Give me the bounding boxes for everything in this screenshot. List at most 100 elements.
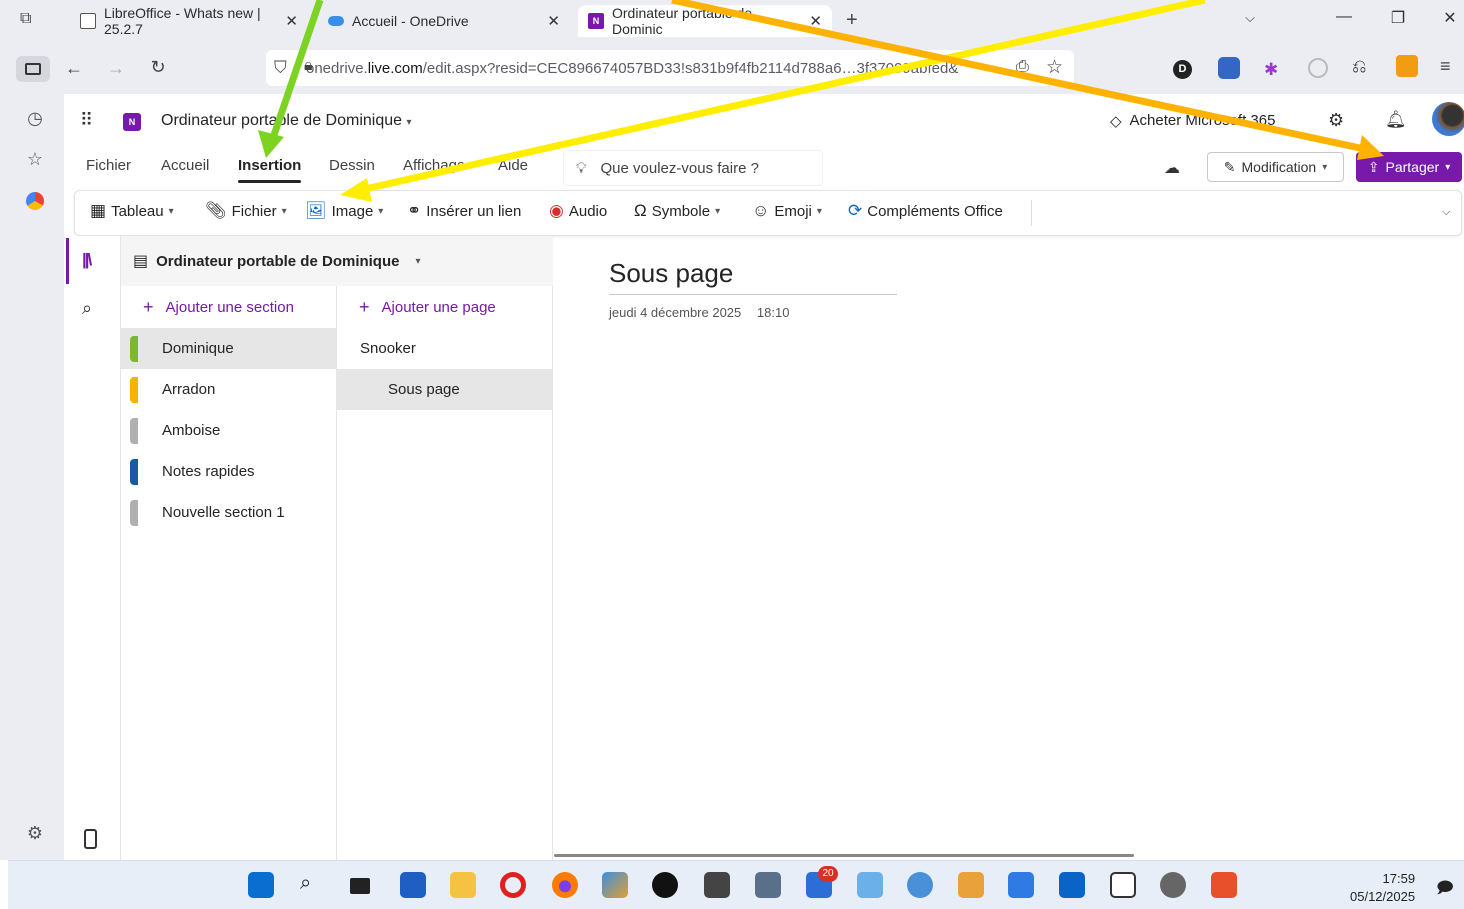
notifications-bell-icon[interactable]: 🔔︎ bbox=[1385, 110, 1407, 130]
close-tab-icon[interactable]: ✕ bbox=[285, 12, 298, 30]
plus-icon: + bbox=[143, 296, 154, 317]
shield-icon[interactable]: ⛉ bbox=[274, 58, 287, 78]
task-view-icon[interactable] bbox=[350, 878, 370, 894]
tab-affichage[interactable]: Affichage bbox=[403, 157, 465, 174]
extension-snowflake-icon[interactable]: ✱ bbox=[1264, 60, 1278, 80]
file-explorer-icon[interactable] bbox=[450, 872, 476, 898]
opera-icon[interactable] bbox=[500, 872, 526, 898]
sidebar-toggle-button[interactable] bbox=[16, 56, 50, 82]
tab-overflow-icon[interactable]: ⌵ bbox=[1236, 10, 1264, 26]
extensions-puzzle-icon[interactable]: ⎌ bbox=[1352, 56, 1366, 77]
chevron-down-icon: ▾ bbox=[715, 205, 721, 217]
forward-icon[interactable]: → bbox=[104, 58, 128, 79]
extension-circle-icon[interactable] bbox=[1308, 58, 1328, 78]
outlook-icon[interactable] bbox=[1059, 872, 1085, 898]
nav-active-indicator bbox=[66, 238, 69, 284]
section-item[interactable]: Arradon bbox=[121, 369, 336, 410]
menu-icon[interactable]: ≡ bbox=[1440, 56, 1451, 77]
notebooks-library-icon[interactable]: ||\ bbox=[82, 250, 92, 270]
tab-insertion[interactable]: Insertion bbox=[238, 157, 302, 183]
section-item[interactable]: Nouvelle section 1 bbox=[121, 492, 336, 533]
buy-m365-link[interactable]: ◇ Acheter Microsoft 365 bbox=[1110, 112, 1275, 130]
sync-cloud-icon[interactable]: ☁ bbox=[1164, 158, 1180, 178]
section-item[interactable]: Dominique bbox=[121, 328, 336, 369]
settings-gear-icon[interactable] bbox=[1160, 872, 1186, 898]
notebook-title-dropdown[interactable]: Ordinateur portable de Dominique ▾ bbox=[161, 112, 412, 130]
firefox-icon[interactable] bbox=[552, 872, 578, 898]
snipping-icon[interactable] bbox=[958, 872, 984, 898]
avatar[interactable] bbox=[1432, 102, 1464, 136]
extension-orange-icon[interactable] bbox=[1396, 55, 1418, 77]
calculator-icon[interactable] bbox=[755, 872, 781, 898]
tab-onedrive[interactable]: Accueil - OneDrive ✕ bbox=[318, 5, 570, 37]
back-icon[interactable]: ← bbox=[62, 58, 86, 79]
tell-me-search[interactable]: 💡︎ Que voulez-vous faire ? bbox=[563, 150, 823, 186]
close-tab-icon[interactable]: ✕ bbox=[809, 12, 822, 30]
history-icon[interactable]: ◷ bbox=[20, 108, 50, 129]
page-item-sous-page[interactable]: Sous page bbox=[337, 369, 552, 410]
tab-libreoffice[interactable]: LibreOffice - Whats new | 25.2.7 ✕ bbox=[70, 5, 308, 37]
extension-d-icon[interactable]: D bbox=[1173, 60, 1192, 79]
notebook-header[interactable]: ▤ Ordinateur portable de Dominique ▾ bbox=[121, 236, 553, 286]
close-window-icon[interactable]: ✕ bbox=[1436, 8, 1464, 28]
notepad-icon[interactable] bbox=[1110, 872, 1136, 898]
tab-accueil[interactable]: Accueil bbox=[161, 157, 209, 174]
paint-icon[interactable] bbox=[907, 872, 933, 898]
tab-title: LibreOffice - Whats new | 25.2.7 bbox=[104, 5, 261, 37]
close-tab-icon[interactable]: ✕ bbox=[547, 12, 560, 30]
app-launcher-icon[interactable]: ⠿ bbox=[80, 110, 93, 131]
insert-symbol-button[interactable]: Ω Symbole ▾ bbox=[634, 201, 720, 221]
system-clock[interactable]: 17:59 05/12/2025 bbox=[1350, 870, 1415, 906]
page-title[interactable]: Sous page bbox=[609, 258, 897, 295]
horizontal-scrollbar[interactable] bbox=[554, 854, 1134, 857]
share-button[interactable]: ⇪ Partager ▾ bbox=[1356, 152, 1462, 182]
page-item-snooker[interactable]: Snooker bbox=[337, 328, 552, 369]
add-section-button[interactable]: + Ajouter une section bbox=[121, 286, 336, 328]
address-bar[interactable]: onedrive. live.com/edit.aspx?resid=CEC896… bbox=[266, 50, 1074, 86]
extension-calendar-icon[interactable] bbox=[1218, 57, 1240, 79]
new-tab-button[interactable]: + bbox=[846, 9, 858, 32]
tab-dessin[interactable]: Dessin bbox=[329, 157, 375, 174]
mobile-device-icon[interactable] bbox=[84, 829, 97, 849]
tab-onenote[interactable]: N Ordinateur portable de Dominic ✕ bbox=[578, 5, 832, 37]
insert-emoji-button[interactable]: ☺ Emoji ▾ bbox=[752, 201, 822, 221]
app-swirl-icon[interactable] bbox=[652, 872, 678, 898]
tab-list-icon[interactable]: ⧉ bbox=[20, 10, 31, 28]
windows-start-icon[interactable] bbox=[248, 872, 274, 898]
store-icon[interactable] bbox=[400, 872, 426, 898]
save-page-icon[interactable]: ⎙ bbox=[1016, 58, 1029, 76]
notebook-icon: ▤ bbox=[133, 253, 149, 270]
control-panel-icon[interactable] bbox=[857, 872, 883, 898]
clock-date: 05/12/2025 bbox=[1350, 889, 1416, 904]
tab-aide[interactable]: Aide bbox=[498, 157, 528, 174]
edit-mode-button[interactable]: ✎ Modification ▾ bbox=[1207, 152, 1344, 182]
app-document-icon[interactable] bbox=[1211, 872, 1237, 898]
app-tablet-icon[interactable] bbox=[1008, 872, 1034, 898]
insert-link-button[interactable]: ⚭ Insérer un lien bbox=[407, 201, 521, 221]
bookmark-star-icon[interactable]: ☆ bbox=[1046, 56, 1063, 79]
search-icon[interactable]: ⌕ bbox=[300, 872, 311, 895]
settings-gear-icon[interactable]: ⚙ bbox=[1328, 110, 1344, 131]
add-section-label: Ajouter une section bbox=[165, 298, 294, 316]
section-item[interactable]: Notes rapides bbox=[121, 451, 336, 492]
bookmarks-star-icon[interactable]: ☆ bbox=[20, 149, 50, 170]
insert-file-button[interactable]: 📎︎ Fichier ▾ bbox=[205, 201, 287, 221]
insert-image-button[interactable]: 🖼︎ Image ▾ bbox=[305, 201, 383, 221]
app-star-icon[interactable] bbox=[602, 872, 628, 898]
ribbon-expand-chevron-icon[interactable]: ⌵ bbox=[1442, 206, 1450, 219]
lock-icon[interactable]: 🔒︎ bbox=[304, 57, 313, 75]
search-icon[interactable]: ⌕ bbox=[82, 298, 92, 319]
extension-colorwheel-icon[interactable] bbox=[26, 192, 44, 210]
settings-gear-icon[interactable]: ⚙ bbox=[20, 823, 50, 844]
reload-icon[interactable]: ↻ bbox=[146, 57, 170, 78]
section-item[interactable]: Amboise bbox=[121, 410, 336, 451]
office-addins-button[interactable]: ⟳ Compléments Office bbox=[848, 201, 1003, 221]
restore-icon[interactable]: ❐ bbox=[1384, 8, 1412, 28]
clapper-icon[interactable] bbox=[704, 872, 730, 898]
minimize-icon[interactable]: — bbox=[1330, 8, 1358, 26]
add-page-button[interactable]: + Ajouter une page bbox=[337, 286, 552, 328]
insert-audio-button[interactable]: ◉ Audio bbox=[549, 201, 607, 221]
tab-fichier[interactable]: Fichier bbox=[86, 157, 131, 174]
notification-center-icon[interactable]: 🗩 bbox=[1436, 877, 1454, 904]
insert-table-button[interactable]: ▦ Tableau ▾ bbox=[90, 201, 174, 221]
